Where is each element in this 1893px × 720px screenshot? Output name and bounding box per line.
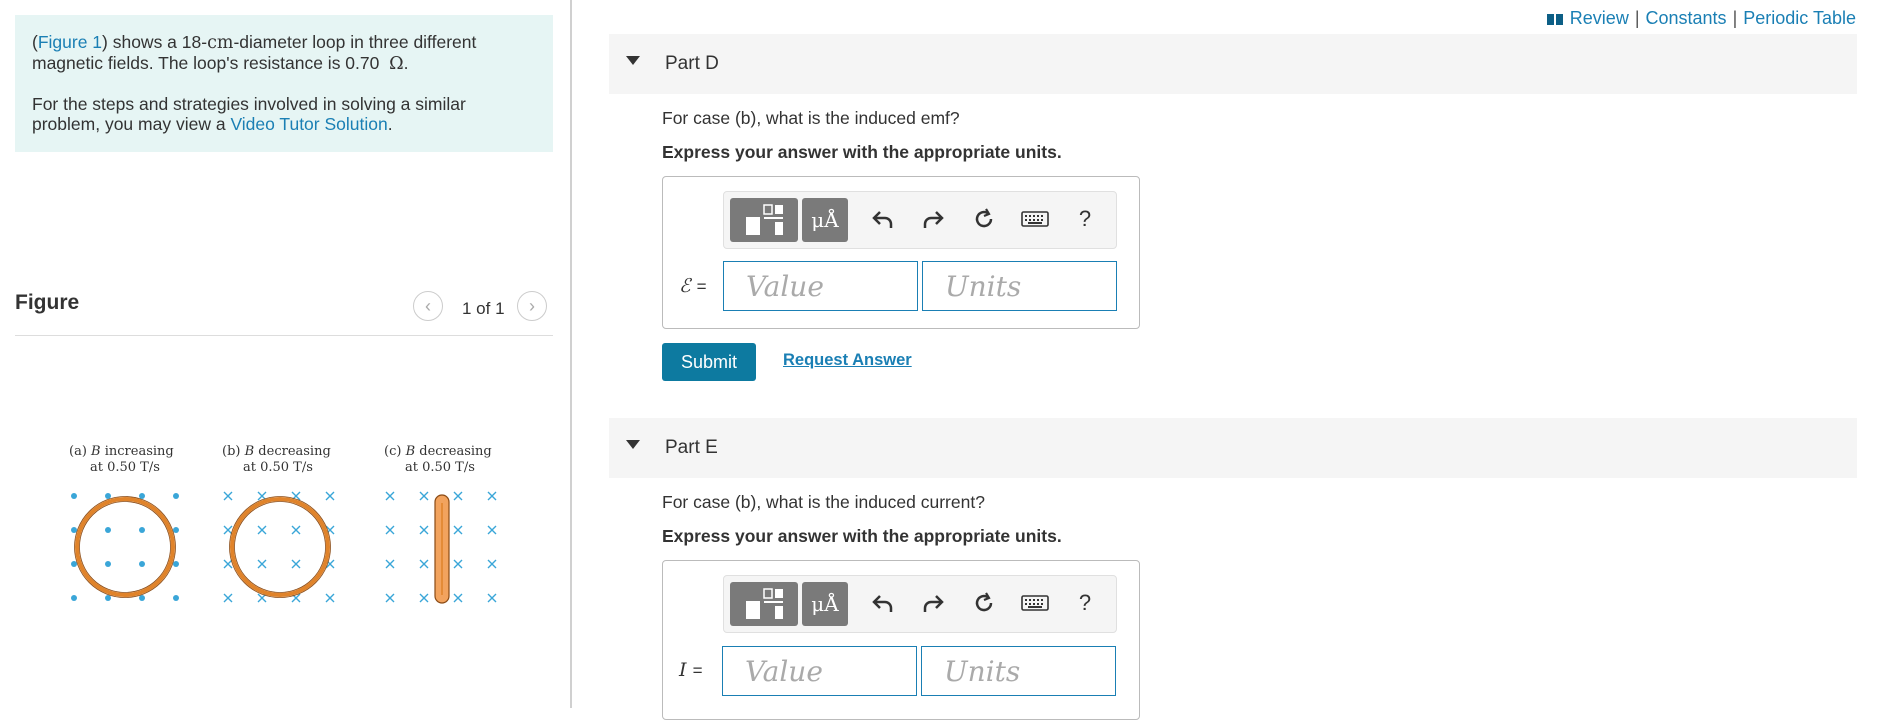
part-e-header[interactable]: Part E (609, 418, 1857, 478)
panel-b-label: (b) B decreasing (222, 444, 331, 459)
undo-icon[interactable] (868, 588, 898, 618)
intro-unit: cm (207, 33, 234, 53)
figure-next-button[interactable]: › (517, 291, 547, 321)
undo-icon[interactable] (868, 204, 898, 234)
submit-button[interactable]: Submit (662, 343, 756, 381)
intro-text: ) shows a 18- (102, 32, 208, 52)
reset-icon[interactable] (969, 204, 999, 234)
part-d-header[interactable]: Part D (609, 34, 1857, 94)
part-e-title: Part E (665, 437, 718, 458)
templates-button[interactable] (730, 198, 798, 242)
help-icon[interactable]: ? (1070, 588, 1100, 618)
field-dots-a (71, 493, 179, 601)
emf-label: ℰ = (679, 275, 707, 297)
templates-icon (746, 588, 783, 619)
part-e-instruction: Express your answer with the appropriate… (662, 526, 1062, 546)
units-input[interactable]: Units (922, 261, 1117, 311)
equals-sign: = (696, 277, 707, 296)
math-toolbar: μÅ ? (723, 575, 1117, 633)
panel-a-label: (a) B increasing (69, 444, 174, 459)
templates-icon (746, 204, 783, 235)
part-d-instruction: Express your answer with the appropriate… (662, 142, 1062, 162)
help-icon[interactable]: ? (1070, 204, 1100, 234)
redo-icon[interactable] (918, 588, 948, 618)
value-input[interactable]: Value (723, 261, 918, 311)
part-e-question: For case (b), what is the induced curren… (662, 492, 985, 512)
intro-text: . (403, 53, 409, 73)
part-d-title: Part D (665, 53, 719, 74)
panel-c-label: (c) B decreasing (384, 444, 492, 459)
keyboard-icon[interactable] (1018, 204, 1052, 234)
loop-a (75, 497, 175, 597)
separator: | (1634, 8, 1640, 28)
constants-link[interactable]: Constants (1646, 8, 1727, 29)
figure-title: Figure (15, 291, 80, 314)
intro-paragraph-1: (Figure 1) shows a 18-cm-diameter loop i… (32, 32, 477, 74)
symbols-button[interactable]: μÅ (802, 582, 848, 626)
figure-link[interactable]: Figure 1 (38, 32, 102, 52)
ohm-symbol: Ω (389, 54, 404, 74)
part-d-answer-box: μÅ ? ℰ = Value Units (662, 176, 1140, 329)
figure-prev-button[interactable]: ‹ (413, 291, 443, 321)
book-icon (1546, 13, 1563, 25)
figure-image: (a) B increasing at 0.50 T/s (b) B decre… (69, 444, 497, 604)
figure-header: Figure ‹ 1 of 1 › (15, 285, 553, 336)
keyboard-icon[interactable] (1018, 588, 1052, 618)
top-links: Review | Constants | Periodic Table (1546, 8, 1856, 29)
part-e-answer-box: μÅ ? I = Value Units (662, 560, 1140, 720)
reset-icon[interactable] (969, 588, 999, 618)
problem-intro: (Figure 1) shows a 18-cm-diameter loop i… (15, 15, 553, 152)
request-answer-link[interactable]: Request Answer (783, 351, 912, 370)
current-symbol: I (679, 659, 687, 681)
chevron-right-icon: › (529, 295, 535, 316)
emf-symbol: ℰ (679, 275, 691, 297)
loop-b (230, 497, 330, 597)
panel-a-rate: at 0.50 T/s (90, 460, 160, 475)
periodic-table-link[interactable]: Periodic Table (1743, 8, 1856, 29)
redo-icon[interactable] (918, 204, 948, 234)
collapse-caret-icon[interactable] (626, 56, 640, 65)
part-d-question: For case (b), what is the induced emf? (662, 108, 960, 128)
left-panel: (Figure 1) shows a 18-cm-diameter loop i… (0, 0, 572, 708)
symbols-button[interactable]: μÅ (802, 198, 848, 242)
templates-button[interactable] (730, 582, 798, 626)
intro-paragraph-2: For the steps and strategies involved in… (32, 94, 536, 134)
math-toolbar: μÅ ? (723, 191, 1117, 249)
chevron-left-icon: ‹ (425, 295, 431, 316)
equals-sign: = (692, 661, 703, 680)
review-link[interactable]: Review (1570, 8, 1629, 29)
intro-text: . (387, 114, 393, 134)
video-tutor-link[interactable]: Video Tutor Solution (230, 114, 387, 134)
separator: | (1732, 8, 1738, 28)
collapse-caret-icon[interactable] (626, 440, 640, 449)
value-input[interactable]: Value (722, 646, 917, 696)
figure-counter: 1 of 1 (462, 299, 505, 318)
field-crosses-b (223, 491, 335, 603)
current-label: I = (679, 659, 703, 681)
units-input[interactable]: Units (921, 646, 1116, 696)
panel-b-rate: at 0.50 T/s (243, 460, 313, 475)
panel-c-rate: at 0.50 T/s (405, 460, 475, 475)
